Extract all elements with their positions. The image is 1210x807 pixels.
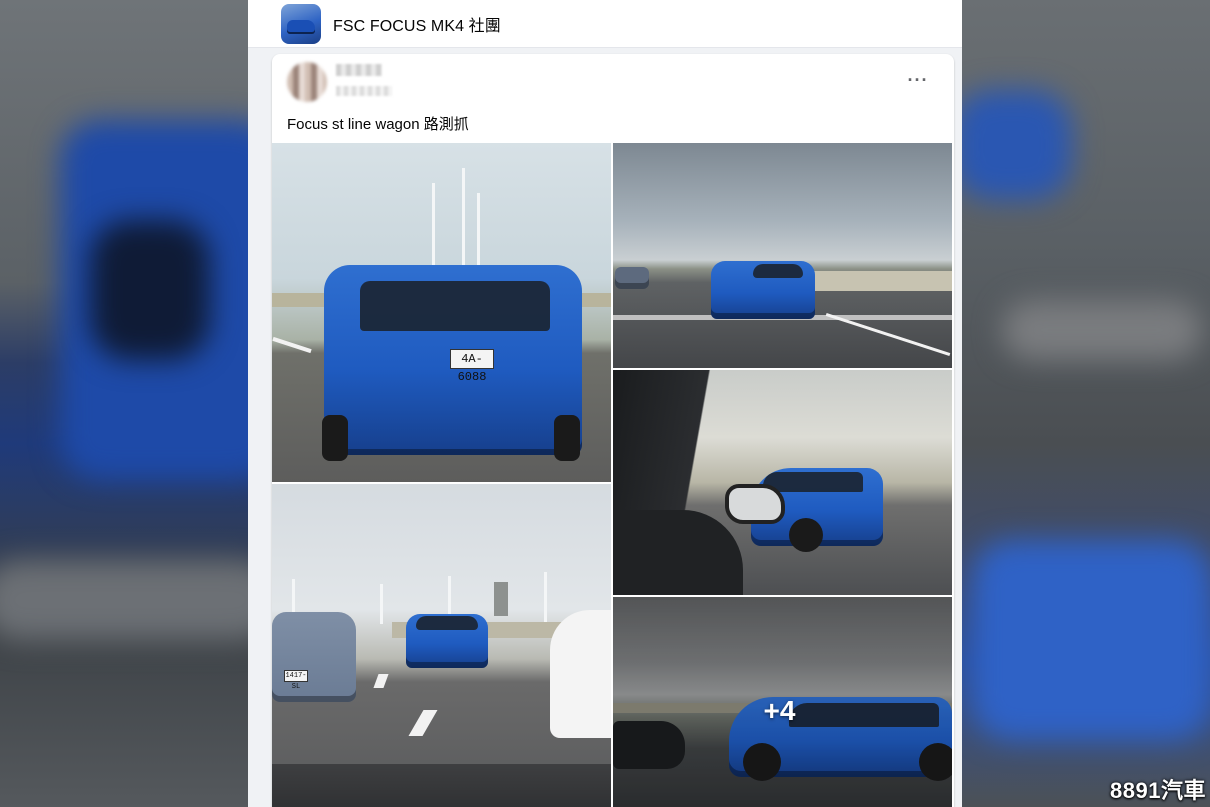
wind-turbine [432, 183, 435, 273]
rear-window [360, 281, 550, 331]
rear-window [753, 264, 803, 278]
post-photo-3[interactable] [613, 370, 952, 595]
rear-window [416, 616, 478, 630]
post-photo-4[interactable]: 1417-SL [272, 484, 611, 807]
wheel [554, 415, 580, 461]
license-plate: 4A-6088 [450, 349, 494, 384]
blurred-background-left [0, 0, 248, 807]
more-photos-overlay[interactable]: +4 [613, 597, 952, 807]
post-photo-2[interactable] [613, 143, 952, 368]
blurred-background-right [962, 0, 1210, 807]
post-timestamp-blurred[interactable] [336, 86, 392, 96]
lane-marking [373, 674, 389, 688]
more-options-button[interactable]: ··· [904, 70, 932, 90]
site-watermark: 8891汽車 [1110, 778, 1206, 803]
white-car [550, 610, 611, 738]
distant-car [615, 267, 649, 289]
facebook-feed: FSC FOCUS MK4 社團 ··· Focus st line wagon… [248, 0, 962, 807]
guard-rail [793, 271, 952, 291]
post-card: ··· Focus st line wagon 路測抓 4A-6088 1417… [272, 54, 954, 807]
more-photos-count: +4 [763, 695, 796, 726]
post-photo-1[interactable]: 4A-6088 [272, 143, 611, 482]
wheel [322, 415, 348, 461]
wind-turbine [544, 572, 547, 627]
author-name-blurred[interactable] [336, 64, 382, 76]
wheel [789, 518, 823, 552]
road-foreground [272, 764, 611, 807]
silver-blue-sedan [272, 612, 356, 702]
lane-marking [272, 336, 312, 354]
wind-turbine [462, 168, 465, 268]
lane-marking [408, 710, 438, 736]
group-name[interactable]: FSC FOCUS MK4 社團 [333, 12, 501, 36]
post-text: Focus st line wagon 路測抓 [287, 116, 469, 133]
group-header[interactable]: FSC FOCUS MK4 社團 [248, 0, 962, 48]
group-avatar[interactable] [281, 3, 321, 44]
author-avatar-blurred[interactable] [287, 62, 327, 102]
distant-building [494, 582, 508, 616]
wind-turbine [477, 193, 480, 268]
wind-turbine [380, 584, 383, 624]
side-mirror [725, 484, 785, 524]
license-plate: 1417-SL [284, 670, 308, 691]
more-horizontal-icon: ··· [907, 70, 929, 90]
post-photo-5[interactable]: +4 [613, 597, 952, 807]
